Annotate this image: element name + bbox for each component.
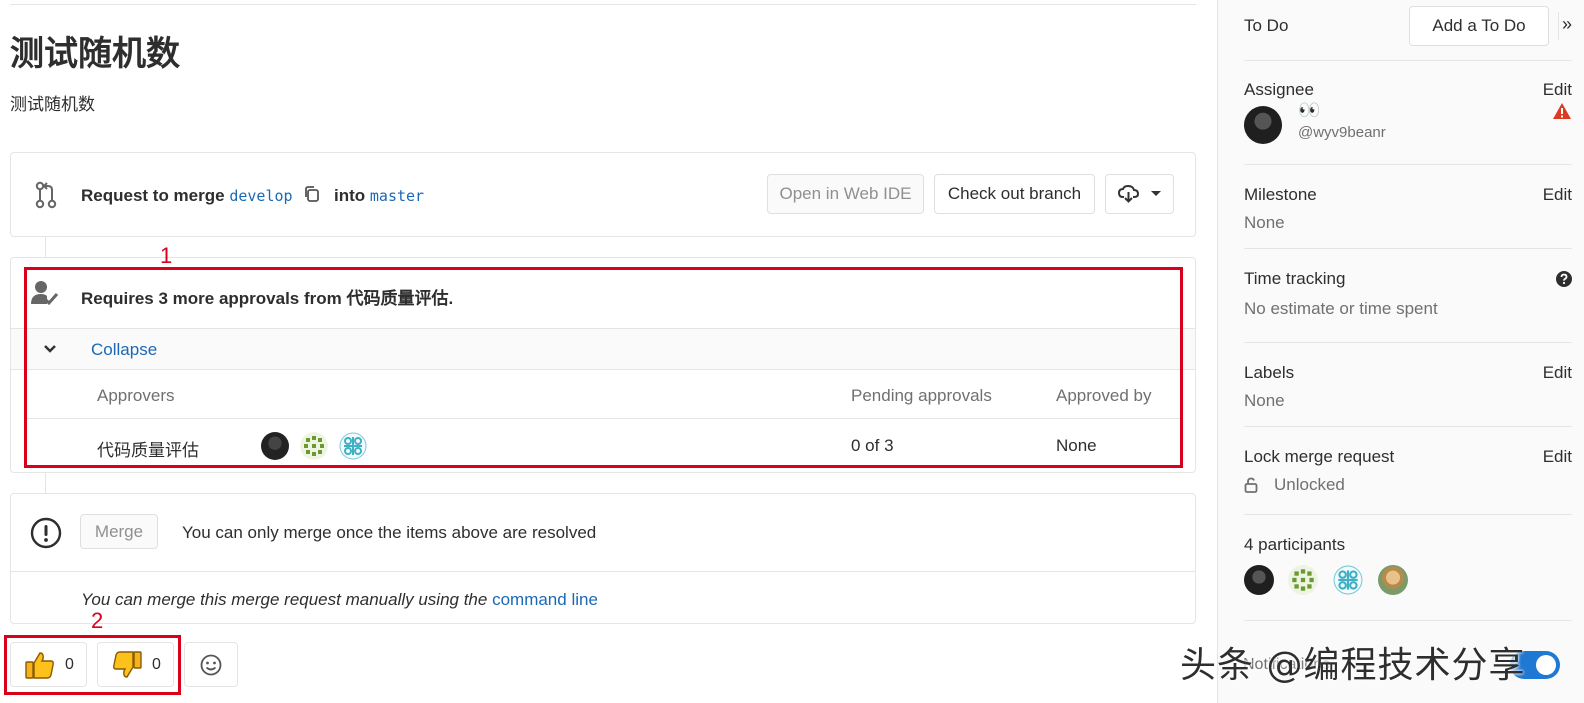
annotation-box-2 — [4, 635, 181, 695]
timeline-connector — [45, 473, 46, 493]
avatar[interactable] — [1333, 565, 1363, 595]
lock-section: Lock merge request Edit Unlocked — [1244, 447, 1572, 499]
warning-icon — [1553, 103, 1571, 119]
divider — [1558, 12, 1559, 40]
todo-label: To Do — [1244, 16, 1289, 35]
collapse-sidebar-icon[interactable]: » — [1562, 14, 1572, 35]
avatar[interactable] — [1244, 565, 1274, 595]
annotation-label-2: 2 — [91, 608, 104, 633]
main-content: 测试随机数 测试随机数 Request to merge develop int… — [0, 0, 1216, 703]
merge-button[interactable]: Merge — [80, 514, 158, 549]
divider — [1244, 426, 1572, 427]
watermark: 头条 @编程技术分享 — [1180, 645, 1526, 686]
milestone-label: Milestone — [1244, 185, 1317, 204]
milestone-section: Milestone Edit None — [1244, 185, 1572, 235]
time-tracking-section: Time tracking No estimate or time spent — [1244, 269, 1572, 329]
milestone-value: None — [1244, 213, 1285, 232]
merge-prefix: Request to merge — [81, 186, 225, 205]
participants-section: 4 participants — [1244, 535, 1572, 601]
assignee-label: Assignee — [1244, 80, 1314, 99]
command-line-link[interactable]: command line — [492, 590, 598, 609]
smiley-icon — [200, 654, 222, 675]
divider — [1244, 342, 1572, 343]
assignee-name[interactable]: 👀 — [1298, 100, 1320, 121]
page-title: 测试随机数 — [10, 35, 180, 73]
lock-edit-link[interactable]: Edit — [1543, 447, 1572, 467]
manual-merge-hint: You can merge this merge request manuall… — [81, 590, 598, 610]
assignee-username: @wyv9beanr — [1298, 124, 1386, 141]
timeline-connector — [45, 237, 46, 257]
time-tracking-value: No estimate or time spent — [1244, 299, 1438, 318]
labels-label: Labels — [1244, 363, 1295, 382]
avatar[interactable] — [1378, 565, 1408, 595]
todo-section: To Do Add a To Do » — [1244, 0, 1572, 52]
merge-request-icon — [35, 181, 57, 209]
lock-value: Unlocked — [1274, 475, 1345, 494]
target-branch-link[interactable]: master — [370, 187, 424, 205]
labels-edit-link[interactable]: Edit — [1543, 363, 1572, 383]
merge-request-description: Request to merge develop into master — [81, 185, 424, 206]
time-tracking-label: Time tracking — [1244, 269, 1346, 288]
annotation-label-1: 1 — [160, 243, 173, 268]
annotation-box-1 — [24, 267, 1183, 468]
avatar[interactable] — [1244, 106, 1282, 144]
add-todo-button[interactable]: Add a To Do — [1409, 6, 1549, 46]
merge-request-header: Request to merge develop into master Ope… — [10, 152, 1196, 237]
lock-status: Unlocked — [1244, 475, 1572, 495]
check-out-branch-button[interactable]: Check out branch — [934, 174, 1095, 214]
merge-widget: Merge You can only merge once the items … — [10, 493, 1196, 624]
divider — [1244, 248, 1572, 249]
divider — [1244, 60, 1572, 61]
assignee-edit-link[interactable]: Edit — [1543, 80, 1572, 100]
milestone-edit-link[interactable]: Edit — [1543, 185, 1572, 205]
download-dropdown-button[interactable] — [1105, 174, 1174, 214]
caret-down-icon — [1150, 191, 1161, 196]
divider — [1244, 514, 1572, 515]
divider — [1244, 620, 1572, 621]
participants-label: 4 participants — [1244, 535, 1346, 554]
description: 测试随机数 — [10, 95, 95, 114]
divider — [10, 4, 1196, 5]
source-branch-link[interactable]: develop — [229, 187, 292, 205]
manual-merge-text: You can merge this merge request manuall… — [81, 590, 488, 609]
copy-icon[interactable] — [303, 185, 321, 203]
assignee-section: Assignee Edit 👀 @wyv9beanr — [1244, 80, 1572, 150]
cloud-download-icon — [1117, 185, 1139, 203]
right-sidebar: To Do Add a To Do » Assignee Edit 👀 @wyv… — [1217, 0, 1584, 703]
merge-into: into — [334, 186, 366, 205]
add-reaction-button[interactable] — [184, 642, 238, 687]
divider — [1244, 164, 1572, 165]
labels-section: Labels Edit None — [1244, 363, 1572, 413]
avatar[interactable] — [1288, 565, 1318, 595]
exclamation-circle-icon — [30, 517, 62, 549]
open-in-webide-button[interactable]: Open in Web IDE — [767, 174, 924, 214]
merge-blocked-message: You can only merge once the items above … — [182, 523, 597, 542]
labels-value: None — [1244, 391, 1285, 410]
lock-label: Lock merge request — [1244, 447, 1395, 466]
help-icon[interactable] — [1556, 271, 1572, 287]
unlock-icon — [1244, 477, 1258, 493]
divider — [11, 571, 1195, 572]
